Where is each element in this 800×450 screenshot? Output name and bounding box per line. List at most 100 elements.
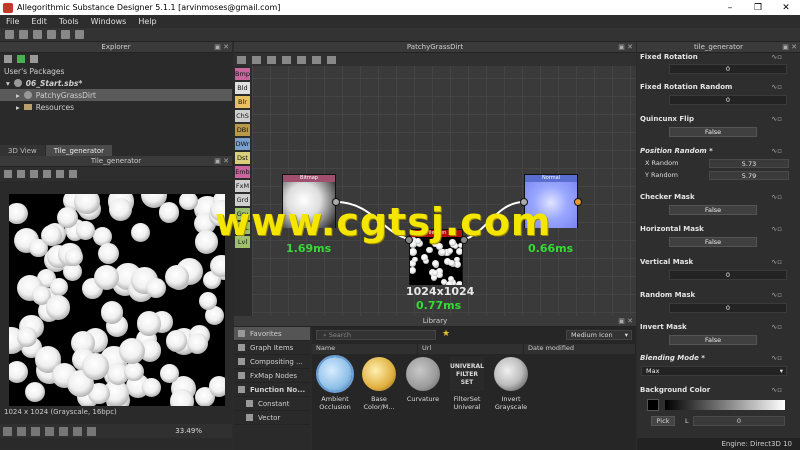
new-icon[interactable] [5, 30, 14, 39]
graph-panel[interactable]: PatchyGrassDirt ▣ ✕ Bmp Bld Blr ChS DBI DWr Ds… [234, 42, 636, 316]
menu-tools[interactable]: Tools [59, 17, 79, 26]
grid-icon[interactable] [4, 55, 12, 63]
one-to-one-icon[interactable] [73, 426, 82, 436]
curve-icon[interactable]: ∿▫ [771, 386, 782, 394]
menu-file[interactable]: File [6, 17, 19, 26]
normal-output-pin[interactable] [574, 198, 582, 206]
2d-view-title: Tile_generator [90, 157, 142, 165]
open-icon[interactable] [19, 30, 28, 39]
category-graph-items[interactable]: Graph Items [234, 341, 310, 355]
horizontal-mask-toggle[interactable]: False [669, 237, 757, 247]
star-icon[interactable]: ★ [442, 329, 450, 339]
play-icon[interactable] [17, 55, 25, 63]
texture-blob [41, 224, 63, 246]
menu-help[interactable]: Help [138, 17, 156, 26]
package-row[interactable]: ▾ 06_Start.sbs* [0, 77, 232, 89]
collapse-arrow-icon[interactable]: ▸ [16, 103, 20, 112]
close-button[interactable]: ✕ [772, 3, 800, 13]
library-item-filterset-univeral[interactable]: UNIVERAL FILTER SET FilterSet Univeral [446, 357, 488, 411]
x-random-slider[interactable]: 5.73 [709, 159, 789, 168]
package-icon[interactable] [30, 55, 38, 63]
category-compositing[interactable]: Compositing ... [234, 355, 310, 369]
info-icon[interactable] [45, 426, 54, 436]
save-image-icon[interactable] [17, 170, 25, 178]
curve-icon[interactable]: ∿▫ [771, 147, 782, 155]
quincunx-flip-toggle[interactable]: False [669, 127, 757, 137]
curve-icon[interactable]: ∿▫ [771, 258, 782, 266]
menu-windows[interactable]: Windows [91, 17, 127, 26]
histogram-icon[interactable] [31, 426, 40, 436]
color-swatch[interactable] [647, 399, 659, 411]
blending-mode-value: Max [646, 367, 660, 375]
panel-close-icon[interactable]: ▣ ✕ [214, 43, 229, 51]
category-favorites[interactable]: Favorites [234, 327, 310, 341]
category-label: Compositing ... [250, 357, 303, 366]
category-constant[interactable]: Constant [234, 397, 310, 411]
curve-icon[interactable]: ∿▫ [771, 115, 782, 123]
texture-blob [57, 206, 79, 228]
save-icon[interactable] [33, 30, 42, 39]
window-controls: – ❐ ✕ [716, 3, 800, 13]
library-item-curvature[interactable]: Curvature [402, 357, 444, 411]
image-icon[interactable] [4, 170, 12, 178]
curve-icon[interactable]: ∿▫ [771, 323, 782, 331]
tab-3d-view[interactable]: 3D View [0, 145, 45, 156]
expand-arrow-icon[interactable]: ▾ [6, 79, 10, 88]
graph-row[interactable]: ▸ PatchyGrassDirt [0, 89, 232, 101]
texture-blob [65, 247, 84, 266]
category-function-nodes[interactable]: Function No... [234, 383, 310, 397]
fixed-rotation-field[interactable]: 0 [669, 64, 787, 74]
redo-icon[interactable] [75, 30, 84, 39]
minimize-button[interactable]: – [716, 3, 744, 13]
tile-icon[interactable] [30, 170, 38, 178]
curve-icon[interactable]: ∿▫ [771, 193, 782, 201]
tab-tile-generator[interactable]: Tile_generator [45, 145, 113, 156]
texture-blob [410, 248, 418, 257]
folder-icon [238, 344, 245, 351]
panel-close-icon[interactable]: ▣ ✕ [782, 43, 797, 51]
library-search-input[interactable]: ⌕ Search [316, 330, 436, 340]
luminance-field[interactable]: 0 [693, 416, 785, 426]
uv-icon[interactable] [69, 170, 77, 178]
category-vector[interactable]: Vector [234, 411, 310, 425]
column-date-modified[interactable]: Date modified [524, 344, 636, 354]
save-all-icon[interactable] [47, 30, 56, 39]
undo-icon[interactable] [61, 30, 70, 39]
curve-icon[interactable]: ∿▫ [771, 225, 782, 233]
watermark-text: www.cgtsj.com [215, 200, 552, 244]
fit-view-icon[interactable] [87, 426, 96, 436]
icon-size-select[interactable]: Medium Icon ▾ [566, 330, 632, 340]
color-gradient-bar[interactable] [665, 400, 785, 410]
grid-toggle-icon[interactable] [56, 170, 64, 178]
pick-button[interactable]: Pick [651, 416, 675, 426]
curve-icon[interactable]: ∿▫ [771, 291, 782, 299]
category-fxmap-nodes[interactable]: FxMap Nodes [234, 369, 310, 383]
panel-close-icon[interactable]: ▣ ✕ [214, 157, 229, 165]
library-item-base-color[interactable]: Base Color/M... [358, 357, 400, 411]
collapse-arrow-icon[interactable]: ▸ [16, 91, 20, 100]
ruler-icon[interactable] [59, 426, 68, 436]
folder-icon [23, 104, 32, 110]
checker-icon[interactable] [17, 426, 26, 436]
preview-canvas[interactable] [9, 194, 225, 406]
library-item-ambient-occlusion[interactable]: Ambient Occlusion [314, 355, 356, 411]
fixed-rotation-random-field[interactable]: 0 [669, 95, 787, 105]
invert-mask-toggle[interactable]: False [669, 335, 757, 345]
blending-mode-select[interactable]: Max ▾ [641, 366, 787, 376]
checker-mask-toggle[interactable]: False [669, 205, 757, 215]
curve-icon[interactable]: ∿▫ [771, 53, 782, 61]
library-item-invert-grayscale[interactable]: Invert Grayscale [490, 357, 532, 411]
resources-row[interactable]: ▸ Resources [0, 101, 232, 113]
curve-icon[interactable]: ∿▫ [771, 83, 782, 91]
maximize-button[interactable]: ❐ [744, 3, 772, 13]
column-name[interactable]: Name [312, 344, 418, 354]
channel-icon[interactable] [3, 426, 12, 436]
panel-close-icon[interactable]: ▣ ✕ [618, 317, 633, 325]
menu-edit[interactable]: Edit [31, 17, 47, 26]
random-mask-field[interactable]: 0 [669, 303, 787, 313]
curve-icon[interactable]: ∿▫ [771, 354, 782, 362]
column-url[interactable]: Url [418, 344, 524, 354]
vertical-mask-field[interactable]: 0 [669, 270, 787, 280]
y-random-slider[interactable]: 5.79 [709, 171, 789, 180]
fit-icon[interactable] [43, 170, 51, 178]
